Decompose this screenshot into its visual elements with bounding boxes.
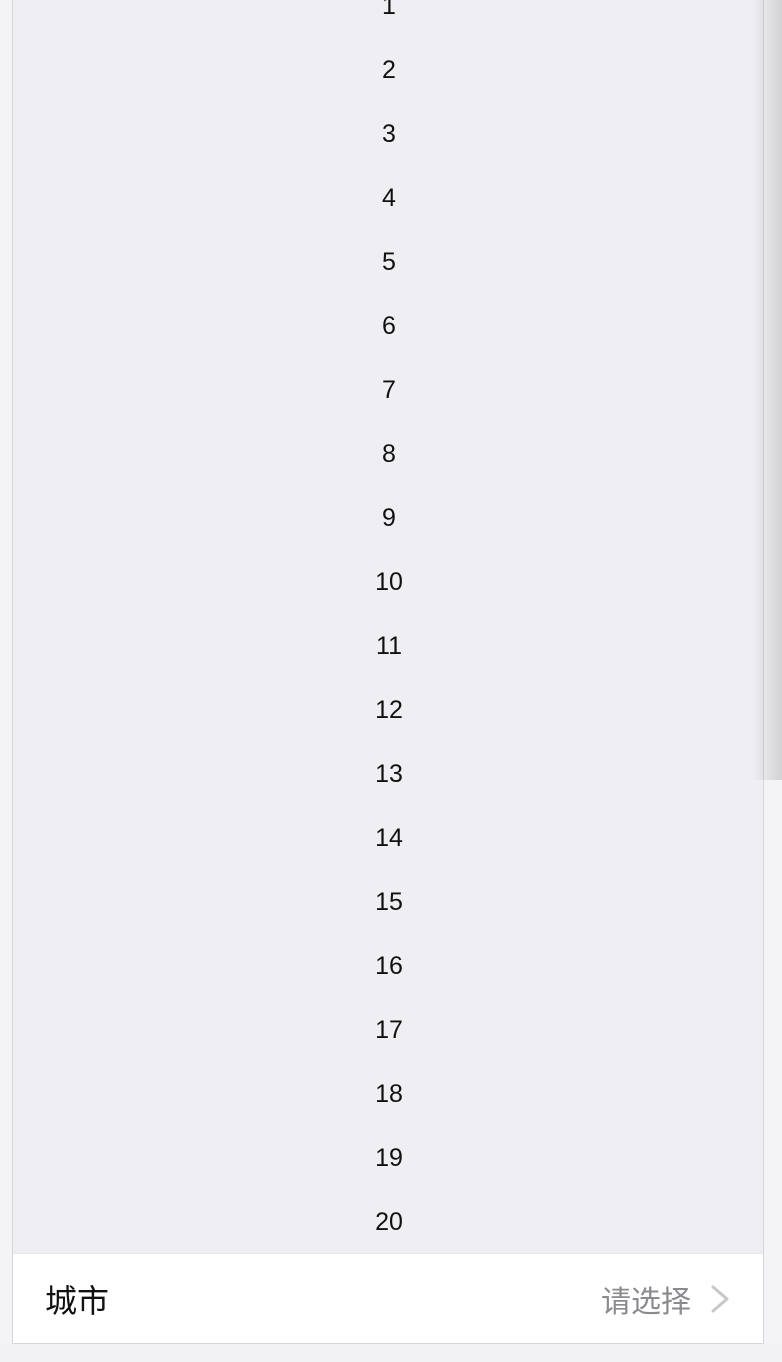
picker-frame: 1 2 3 4 5 6 7 8 9 10 11 12 13 14 15 16 17 18 19 20 城市 请选择	[12, 0, 764, 1344]
number-picker-list[interactable]: 1 2 3 4 5 6 7 8 9 10 11 12 13 14 15 16 17 18 19 20	[13, 0, 763, 1254]
app-root: 1 2 3 4 5 6 7 8 9 10 11 12 13 14 15 16 17 18 19 20 城市 请选择	[0, 0, 782, 1362]
picker-item[interactable]: 13	[13, 742, 763, 806]
picker-item[interactable]: 4	[13, 166, 763, 230]
picker-item[interactable]: 6	[13, 294, 763, 358]
bottom-strip	[0, 1344, 782, 1362]
picker-item[interactable]: 18	[13, 1062, 763, 1126]
city-select-cell[interactable]: 城市 请选择	[13, 1253, 763, 1343]
picker-item[interactable]: 11	[13, 614, 763, 678]
picker-item[interactable]: 19	[13, 1126, 763, 1190]
picker-item[interactable]: 20	[13, 1190, 763, 1254]
city-placeholder: 请选择	[601, 1285, 691, 1319]
picker-item[interactable]: 1	[13, 0, 763, 38]
picker-item[interactable]: 8	[13, 422, 763, 486]
picker-item[interactable]: 17	[13, 998, 763, 1062]
picker-item[interactable]: 9	[13, 486, 763, 550]
picker-item[interactable]: 15	[13, 870, 763, 934]
city-label: 城市	[45, 1282, 110, 1319]
picker-item[interactable]: 14	[13, 806, 763, 870]
picker-item[interactable]: 2	[13, 38, 763, 102]
picker-item[interactable]: 5	[13, 230, 763, 294]
picker-item[interactable]: 7	[13, 358, 763, 422]
city-value-group[interactable]: 请选择	[601, 1277, 731, 1321]
picker-item[interactable]: 3	[13, 102, 763, 166]
picker-item[interactable]: 16	[13, 934, 763, 998]
chevron-right-icon	[711, 1285, 729, 1312]
picker-item[interactable]: 12	[13, 678, 763, 742]
picker-item[interactable]: 10	[13, 550, 763, 614]
